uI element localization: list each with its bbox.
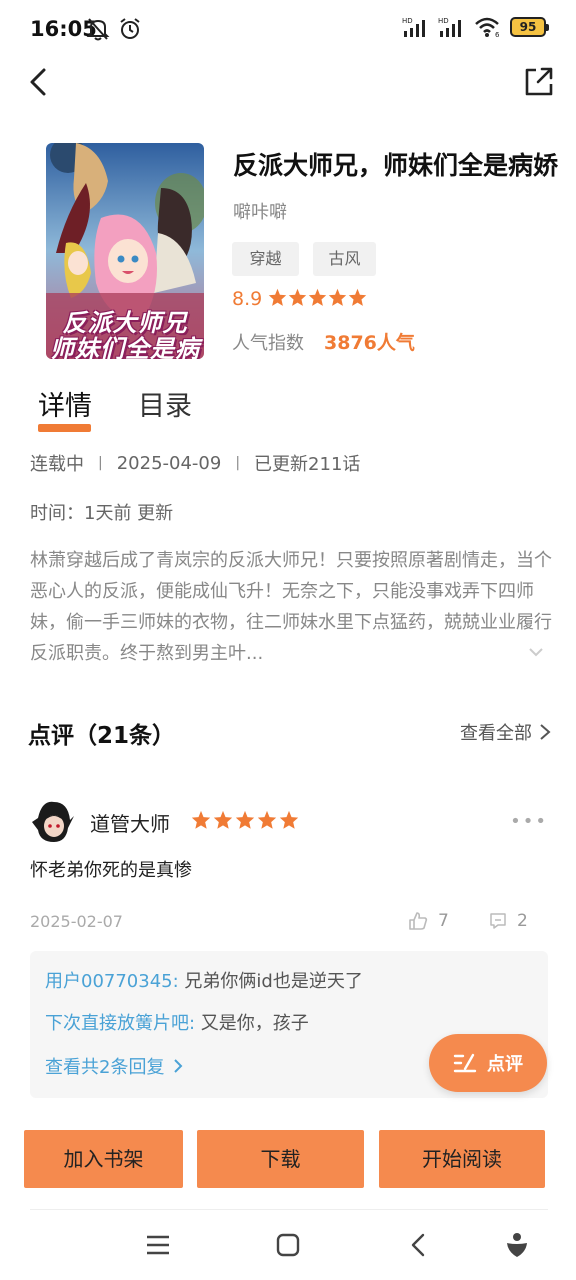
reply-text: 又是你，孩子 — [195, 1013, 309, 1034]
add-to-shelf-button[interactable]: 加入书架 — [24, 1130, 183, 1188]
star-icon — [191, 810, 211, 829]
share-button[interactable] — [522, 64, 556, 98]
hd-label-1: HD — [402, 17, 413, 25]
update-time: 时间：1天前 更新 — [30, 503, 174, 524]
comment-count: 2 — [517, 911, 528, 931]
thumbs-up-icon — [409, 912, 428, 930]
avatar[interactable] — [30, 798, 76, 844]
start-reading-button[interactable]: 开始阅读 — [379, 1130, 545, 1188]
reply-username[interactable]: 下次直接放簧片吧: — [45, 1013, 195, 1034]
tag-ancient-style[interactable]: 古风 — [313, 242, 376, 276]
like-button[interactable]: 7 — [408, 911, 449, 931]
status-bar: 16:05 HD HD 6 95 — [0, 0, 576, 60]
chevron-right-icon — [540, 724, 551, 740]
view-all-label: 查看全部 — [460, 723, 532, 744]
cover-title-line2: 师妹们全是病娇 — [50, 335, 200, 359]
rating-stars — [268, 288, 367, 307]
book-title: 反派大师兄，师妹们全是病娇 — [233, 151, 558, 180]
review-date: 2025-02-07 — [30, 912, 123, 931]
reply-item[interactable]: 用户00770345: 兄弟你俩id也是逆天了 — [45, 967, 363, 993]
star-icon — [235, 810, 255, 829]
edit-icon — [453, 1053, 477, 1073]
star-icon — [213, 810, 233, 829]
comment-button[interactable]: 2 — [489, 911, 528, 931]
rating-score: 8.9 — [232, 288, 263, 310]
menu-icon[interactable] — [143, 1230, 173, 1260]
comment-icon — [490, 913, 506, 929]
meta-separator: | — [235, 455, 241, 471]
tab-details[interactable]: 详情 — [38, 384, 92, 423]
wifi-label: 6 — [495, 31, 500, 38]
write-review-label: 点评 — [487, 1054, 523, 1075]
popularity-value: 3876人气 — [324, 332, 415, 354]
meta-line: 连载中 | 2025-04-09 | 已更新211话 — [30, 450, 360, 476]
star-icon — [308, 288, 327, 306]
tab-active-indicator — [38, 424, 91, 432]
reviewer-rating-stars — [191, 810, 299, 830]
reply-username[interactable]: 用户00770345: — [45, 971, 179, 992]
download-button[interactable]: 下载 — [197, 1130, 364, 1188]
chapter-count: 已更新211话 — [254, 454, 361, 475]
mute-icon — [86, 18, 110, 41]
star-icon — [348, 288, 367, 306]
signal-icon-1: HD — [402, 17, 425, 37]
book-cover[interactable]: 反派大师兄 师妹们全是病娇 — [46, 143, 204, 359]
popularity-label: 人气指数 — [232, 333, 304, 354]
alarm-icon — [120, 18, 140, 39]
divider — [30, 1209, 548, 1210]
hd-label-2: HD — [438, 17, 449, 25]
view-more-replies-label: 查看共2条回复 — [45, 1057, 165, 1078]
reviews-title: 点评（21条） — [28, 723, 176, 749]
star-icon — [279, 810, 299, 829]
star-icon — [268, 288, 287, 306]
nav-back-icon[interactable] — [404, 1230, 434, 1260]
meta-separator: | — [98, 455, 103, 471]
reviewer-name[interactable]: 道管大师 — [90, 808, 170, 837]
view-more-replies-link[interactable]: 查看共2条回复 — [45, 1053, 184, 1079]
wifi-icon: 6 — [475, 17, 500, 38]
status-icons-right: HD HD 6 95 — [402, 16, 549, 38]
status-icons-left — [86, 16, 142, 42]
more-options-icon[interactable]: ••• — [510, 811, 548, 832]
star-icon — [288, 288, 307, 306]
serial-status: 连载中 — [30, 454, 84, 475]
chevron-right-icon — [174, 1059, 183, 1073]
back-button[interactable] — [22, 64, 58, 100]
home-icon[interactable] — [273, 1230, 303, 1260]
reply-text: 兄弟你俩id也是逆天了 — [178, 971, 363, 992]
tab-catalog[interactable]: 目录 — [138, 384, 192, 423]
write-review-button[interactable]: 点评 — [429, 1034, 547, 1092]
signal-icon-2: HD — [438, 17, 461, 37]
like-count: 7 — [438, 911, 449, 931]
reply-item[interactable]: 下次直接放簧片吧: 又是你，孩子 — [45, 1009, 309, 1035]
assistant-icon[interactable] — [502, 1230, 532, 1260]
synopsis[interactable]: 林萧穿越后成了青岚宗的反派大师兄！只要按照原著剧情走，当个恶心人的反派，便能成仙… — [30, 545, 552, 669]
tag-time-travel[interactable]: 穿越 — [232, 242, 299, 276]
book-author[interactable]: 噼咔噼 — [233, 198, 287, 224]
star-icon — [257, 810, 277, 829]
battery-icon: 95 — [510, 17, 549, 37]
view-all-reviews-link[interactable]: 查看全部 — [460, 719, 552, 745]
review-text: 怀老弟你死的是真惨 — [30, 860, 192, 881]
star-icon — [328, 288, 347, 306]
publish-date: 2025-04-09 — [116, 452, 222, 474]
chevron-down-icon[interactable] — [526, 642, 546, 662]
